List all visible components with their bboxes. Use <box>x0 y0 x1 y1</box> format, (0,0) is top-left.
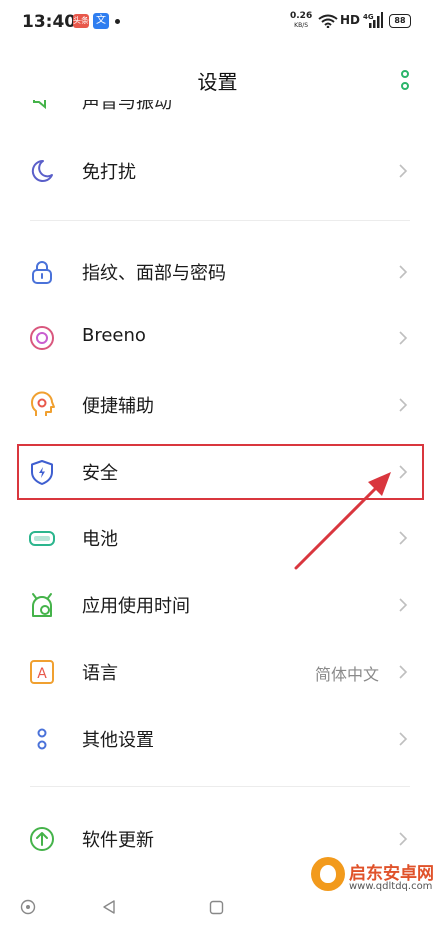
settings-item-battery[interactable]: 电池 <box>0 506 435 570</box>
breeno-icon <box>30 326 54 350</box>
hd-badge: HD <box>340 13 361 27</box>
battery-icon <box>29 531 55 546</box>
status-time: 13:40 <box>22 12 77 32</box>
section-divider <box>30 786 410 787</box>
settings-item-other-settings[interactable]: 其他设置 <box>0 707 435 771</box>
chevron-right-icon <box>399 331 408 345</box>
back-nav-icon[interactable] <box>101 899 117 915</box>
home-nav-icon[interactable] <box>209 900 224 915</box>
current-language-value: 简体中文 <box>314 665 379 684</box>
network-speed: 0.26 KB/S <box>290 11 313 30</box>
settings-item-label: 其他设置 <box>82 730 154 751</box>
settings-item-label: 语言 <box>82 663 118 684</box>
watermark: 启东安卓网 www.qdltdq.com <box>305 855 435 932</box>
notification-dot-icon <box>115 19 120 24</box>
clock-icon <box>32 593 52 617</box>
news-app-icon: 头条 <box>73 14 89 28</box>
svg-text:A: A <box>37 666 47 682</box>
page-title: 设置 <box>197 70 238 94</box>
settings-item-label: 便捷辅助 <box>82 396 154 417</box>
chevron-right-icon <box>399 598 408 612</box>
chevron-right-icon <box>399 398 408 412</box>
settings-item-label: Breeno <box>82 325 146 346</box>
settings-item-label: 应用使用时间 <box>82 596 190 617</box>
settings-item-do-not-disturb[interactable]: 免打扰 <box>0 139 435 203</box>
settings-item-sound[interactable]: 声音与振动 <box>0 100 435 114</box>
assist-head-icon <box>30 391 55 416</box>
settings-item-accessibility[interactable]: 便捷辅助 <box>0 373 435 437</box>
chevron-right-icon <box>399 164 408 178</box>
accessibility-nav-icon[interactable] <box>20 899 36 915</box>
settings-item-breeno[interactable]: Breeno <box>0 306 435 370</box>
battery-indicator: 88 <box>389 14 411 28</box>
sound-icon <box>33 100 46 110</box>
settings-item-label: 电池 <box>82 529 118 550</box>
chevron-right-icon <box>399 832 408 846</box>
translate-app-icon: 文 <box>93 13 109 29</box>
settings-item-fingerprint-face-password[interactable]: 指纹、面部与密码 <box>0 240 435 304</box>
settings-item-label: 指纹、面部与密码 <box>82 263 226 284</box>
other-settings-icon <box>37 728 47 750</box>
settings-item-label: 免打扰 <box>82 162 136 183</box>
settings-item-app-usage-time[interactable]: 应用使用时间 <box>0 573 435 637</box>
update-icon <box>30 827 54 851</box>
signal-icon: 4G <box>363 12 383 28</box>
settings-item-label: 声音与振动 <box>82 100 172 113</box>
settings-item-label: 软件更新 <box>82 830 154 851</box>
svg-text:4G: 4G <box>363 13 374 21</box>
watermark-url: www.qdltdq.com <box>349 881 433 892</box>
moon-icon <box>31 159 53 182</box>
status-bar: 13:40 头条 文 0.26 KB/S HD 4G 88 <box>0 0 435 44</box>
annotation-highlight-box <box>17 444 424 500</box>
lock-icon <box>32 261 52 284</box>
chevron-right-icon <box>399 531 408 545</box>
chevron-right-icon <box>399 665 408 679</box>
chevron-right-icon <box>399 732 408 746</box>
wifi-icon <box>318 14 338 28</box>
settings-item-language[interactable]: A 语言 简体中文 <box>0 640 435 704</box>
section-divider <box>30 220 410 221</box>
watermark-logo-icon <box>311 857 345 891</box>
language-icon: A <box>30 660 54 684</box>
chevron-right-icon <box>399 265 408 279</box>
vertical-dots-icon[interactable] <box>399 69 411 93</box>
